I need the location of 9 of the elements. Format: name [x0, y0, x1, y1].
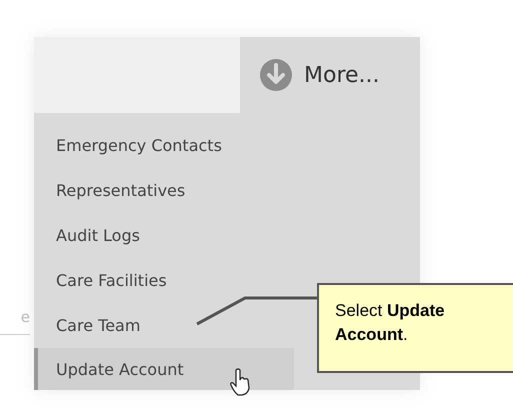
menu-item[interactable]: Care Facilities [34, 258, 183, 303]
menu-item[interactable]: Representatives [34, 168, 202, 213]
callout-note: Select Update Account. [317, 283, 513, 373]
menu-item[interactable]: Audit Logs [34, 213, 156, 258]
menu-item[interactable]: Care Team [34, 303, 156, 348]
menu-item[interactable]: Emergency Contacts [34, 123, 238, 168]
more-button[interactable]: More... [240, 37, 420, 113]
menu-item[interactable]: Update Account [34, 348, 294, 390]
hand-cursor-icon [230, 368, 250, 396]
